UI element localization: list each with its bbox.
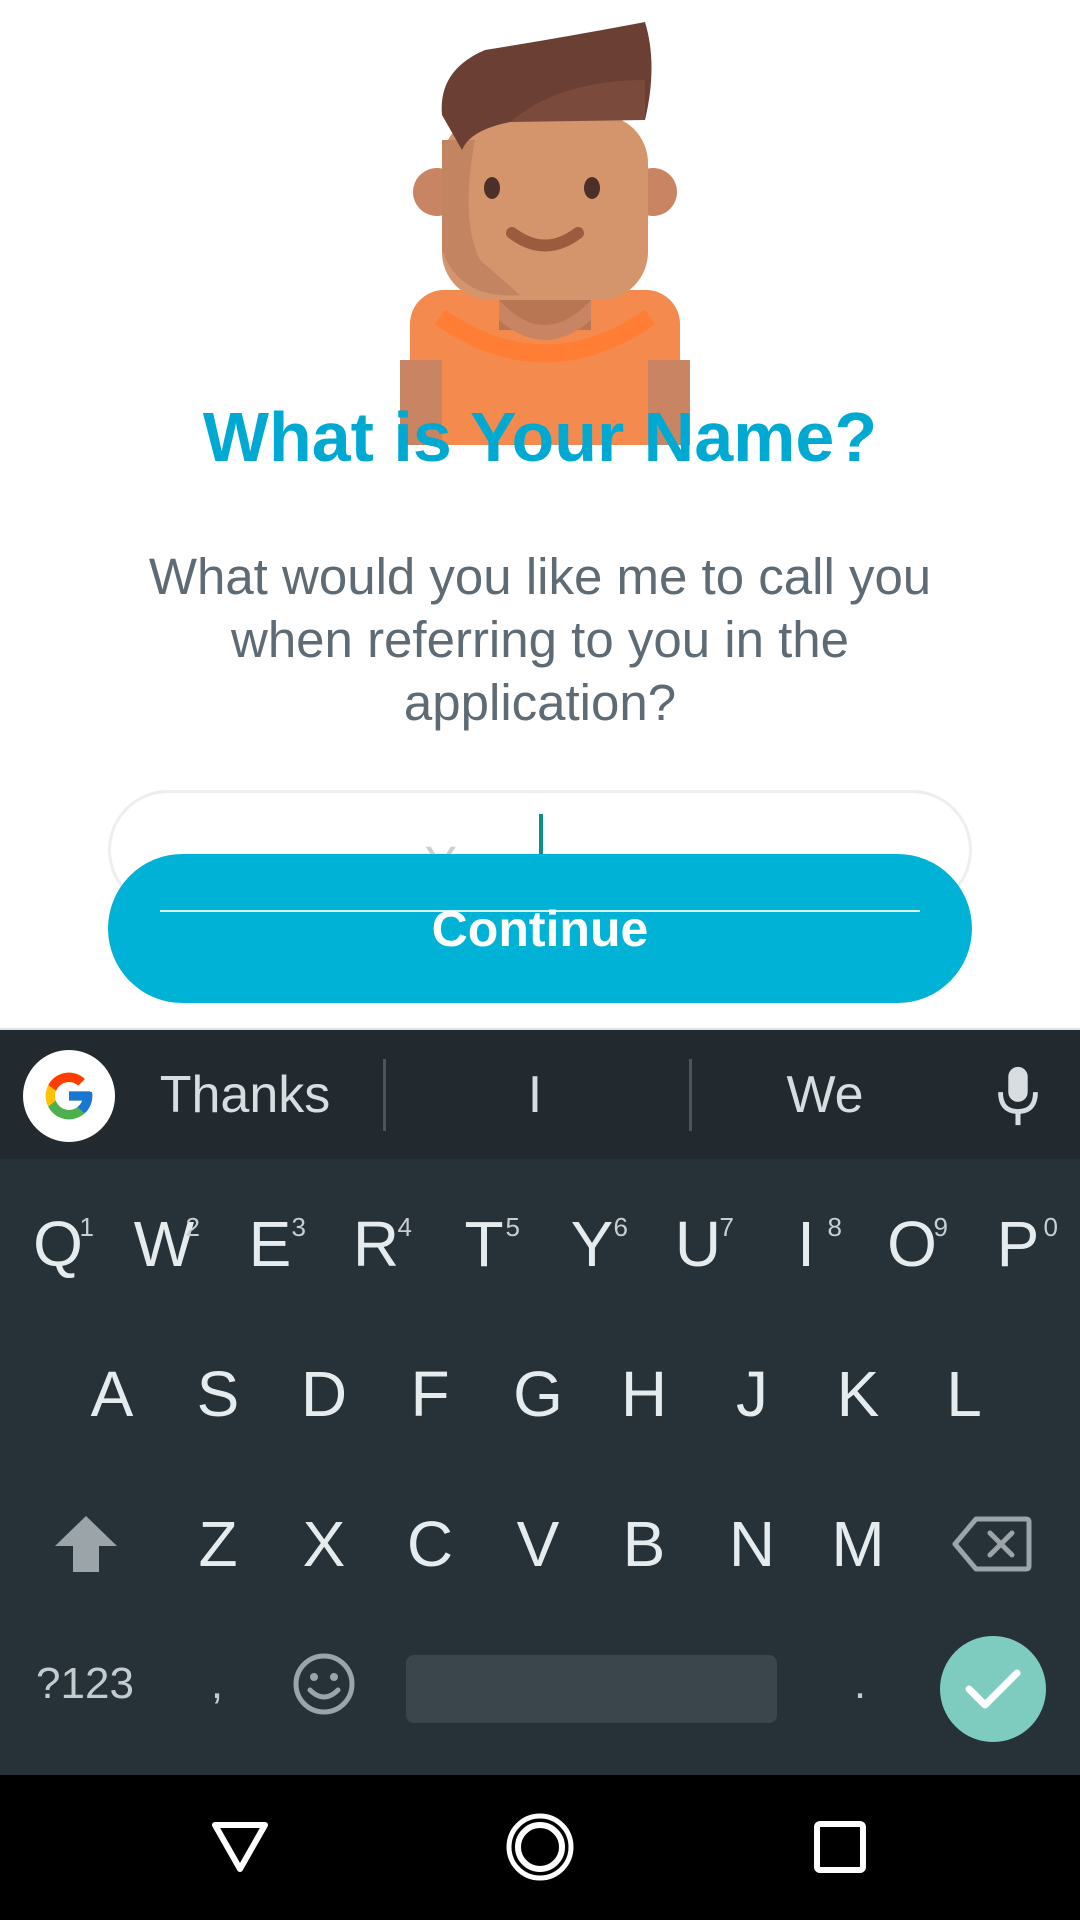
key-z[interactable]: Z bbox=[174, 1484, 262, 1604]
key-h[interactable]: H bbox=[600, 1334, 688, 1454]
check-icon bbox=[965, 1669, 1021, 1709]
key-c[interactable]: C bbox=[386, 1484, 474, 1604]
key-g[interactable]: G bbox=[494, 1334, 582, 1454]
key-i[interactable]: I8 bbox=[762, 1184, 850, 1304]
key-n[interactable]: N bbox=[708, 1484, 796, 1604]
key-hint: 2 bbox=[185, 1212, 200, 1242]
app-screen: What is Your Name? What would you like m… bbox=[0, 0, 1080, 1028]
continue-button[interactable]: Continue bbox=[108, 854, 972, 1003]
key-period[interactable]: . bbox=[810, 1629, 910, 1739]
key-hint: 0 bbox=[1043, 1212, 1058, 1242]
page-title: What is Your Name? bbox=[202, 398, 878, 476]
input-underline bbox=[160, 910, 920, 912]
key-a[interactable]: A bbox=[68, 1334, 156, 1454]
key-e[interactable]: E3 bbox=[226, 1184, 314, 1304]
space-key[interactable] bbox=[406, 1655, 777, 1723]
key-hint: 5 bbox=[505, 1212, 520, 1242]
key-u[interactable]: U7 bbox=[654, 1184, 742, 1304]
key-hint: 4 bbox=[397, 1212, 412, 1242]
suggestion-1[interactable]: Thanks bbox=[140, 1030, 350, 1159]
nav-back-icon[interactable] bbox=[190, 1797, 290, 1897]
key-label: P bbox=[996, 1208, 1040, 1280]
key-d[interactable]: D bbox=[280, 1334, 368, 1454]
key-l[interactable]: L bbox=[920, 1334, 1008, 1454]
key-t[interactable]: T5 bbox=[440, 1184, 528, 1304]
key-p[interactable]: P0 bbox=[974, 1184, 1062, 1304]
key-x[interactable]: X bbox=[280, 1484, 368, 1604]
google-g-icon[interactable] bbox=[23, 1050, 115, 1142]
key-label: T bbox=[464, 1208, 504, 1280]
key-b[interactable]: B bbox=[600, 1484, 688, 1604]
key-v[interactable]: V bbox=[494, 1484, 582, 1604]
avatar-illustration bbox=[400, 22, 690, 445]
key-q[interactable]: Q1 bbox=[14, 1184, 102, 1304]
key-w[interactable]: W2 bbox=[120, 1184, 208, 1304]
key-s[interactable]: S bbox=[174, 1334, 262, 1454]
key-label: Q bbox=[33, 1208, 83, 1280]
key-comma[interactable]: , bbox=[172, 1629, 262, 1739]
mic-icon[interactable] bbox=[990, 1060, 1046, 1132]
key-k[interactable]: K bbox=[814, 1334, 902, 1454]
symbols-key[interactable]: ?123 bbox=[18, 1629, 152, 1739]
key-hint: 1 bbox=[79, 1212, 94, 1242]
key-m[interactable]: M bbox=[814, 1484, 902, 1604]
key-y[interactable]: Y6 bbox=[548, 1184, 636, 1304]
key-label: E bbox=[248, 1208, 292, 1280]
emoji-icon[interactable] bbox=[284, 1629, 364, 1739]
enter-key[interactable] bbox=[940, 1636, 1046, 1742]
continue-label: Continue bbox=[431, 900, 649, 957]
page-subtitle: What would you like me to call you when … bbox=[148, 548, 932, 731]
suggestion-divider bbox=[689, 1059, 692, 1131]
key-label: O bbox=[887, 1208, 937, 1280]
key-hint: 6 bbox=[613, 1212, 628, 1242]
suggestion-2[interactable]: I bbox=[420, 1030, 650, 1159]
suggestion-strip: Thanks I We bbox=[0, 1028, 1080, 1159]
key-label: R bbox=[352, 1208, 400, 1280]
key-hint: 7 bbox=[719, 1212, 734, 1242]
key-label: U bbox=[674, 1208, 722, 1280]
key-j[interactable]: J bbox=[708, 1334, 796, 1454]
key-hint: 9 bbox=[933, 1212, 948, 1242]
key-hint: 3 bbox=[291, 1212, 306, 1242]
key-r[interactable]: R4 bbox=[332, 1184, 420, 1304]
nav-recents-icon[interactable] bbox=[790, 1797, 890, 1897]
nav-home-icon[interactable] bbox=[490, 1797, 590, 1897]
key-label: I bbox=[797, 1208, 815, 1280]
suggestion-3[interactable]: We bbox=[720, 1030, 930, 1159]
navigation-bar bbox=[0, 1775, 1080, 1920]
key-label: Y bbox=[570, 1208, 614, 1280]
suggestion-divider bbox=[383, 1059, 386, 1131]
shift-icon[interactable] bbox=[40, 1484, 132, 1604]
key-o[interactable]: O9 bbox=[868, 1184, 956, 1304]
backspace-icon[interactable] bbox=[946, 1484, 1038, 1604]
key-f[interactable]: F bbox=[386, 1334, 474, 1454]
key-hint: 8 bbox=[827, 1212, 842, 1242]
